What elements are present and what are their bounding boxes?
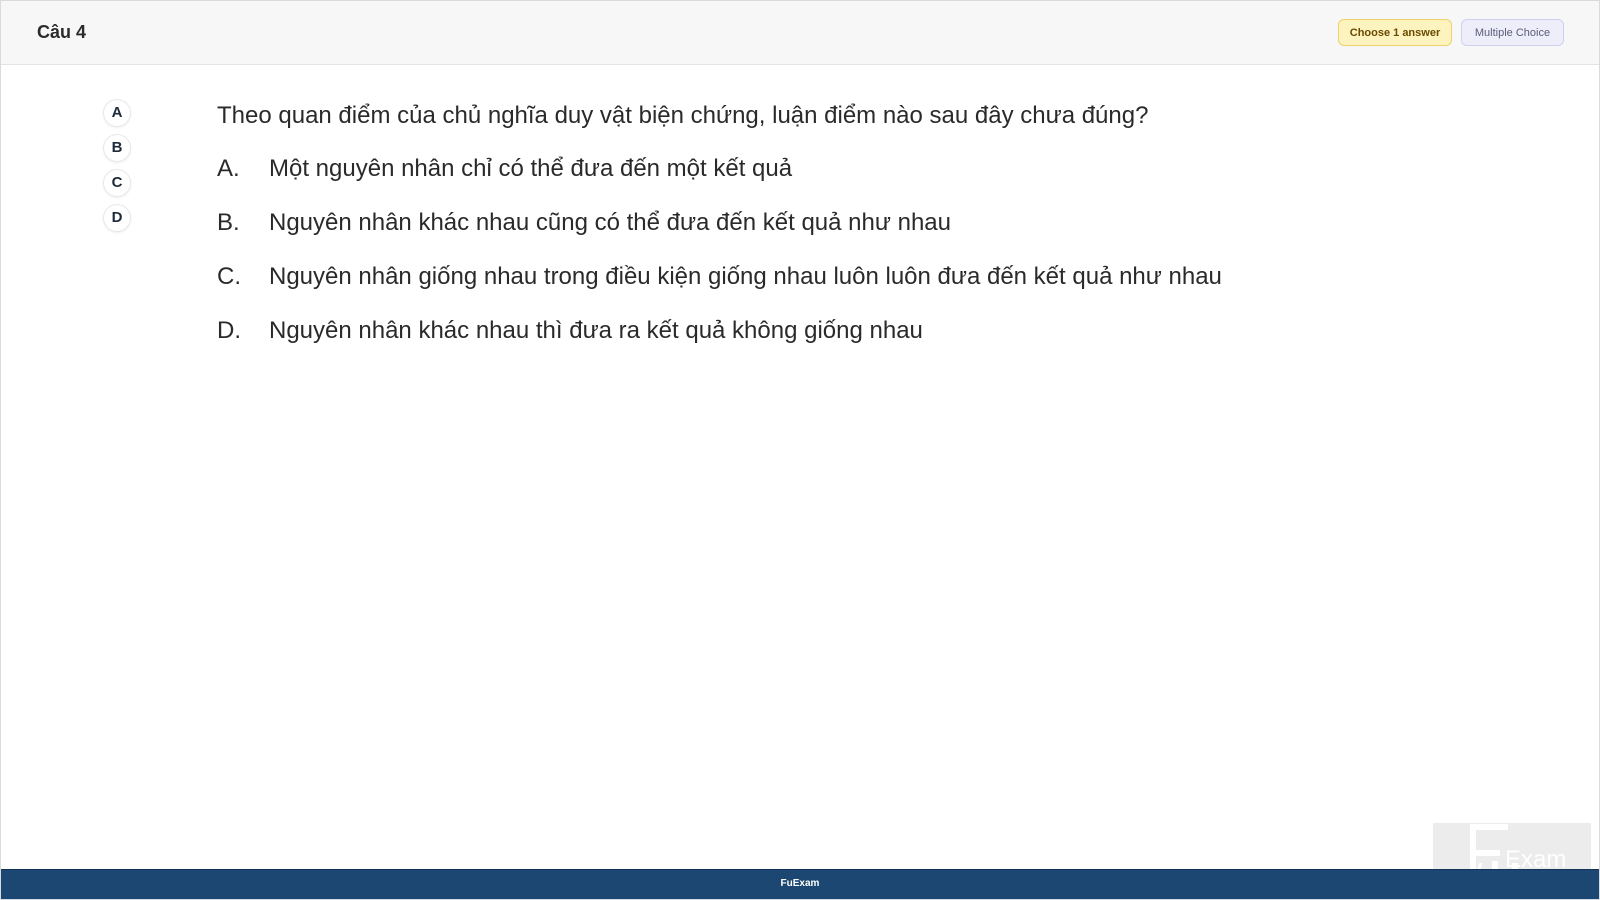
option-a: A. Một nguyên nhân chỉ có thể đưa đến mộ…	[217, 152, 1497, 186]
option-d: D. Nguyên nhân khác nhau thì đưa ra kết …	[217, 314, 1497, 348]
option-text: Nguyên nhân giống nhau trong điều kiện g…	[269, 263, 1222, 290]
option-text: Một nguyên nhân chỉ có thể đưa đến một k…	[269, 155, 793, 182]
option-letter: B.	[217, 209, 240, 236]
option-letter: D.	[217, 317, 241, 344]
answer-circle-a[interactable]: A	[104, 100, 130, 126]
footer-brand-label: FuExam	[780, 878, 820, 889]
option-letter: C.	[217, 263, 241, 290]
option-text: Nguyên nhân khác nhau cũng có thể đưa đế…	[269, 209, 951, 236]
option-text: Nguyên nhân khác nhau thì đưa ra kết quả…	[269, 317, 923, 344]
footer-bar: FuExam	[1, 869, 1599, 899]
question-body: Theo quan điểm của chủ nghĩa duy vật biệ…	[217, 99, 1497, 368]
answer-circle-b[interactable]: B	[104, 135, 130, 161]
answer-selector: A B C D	[104, 100, 130, 240]
choose-answer-badge: Choose 1 answer	[1338, 19, 1452, 46]
answer-circle-d[interactable]: D	[104, 205, 130, 231]
answer-circle-c[interactable]: C	[104, 170, 130, 196]
question-text: Theo quan điểm của chủ nghĩa duy vật biệ…	[217, 102, 1149, 129]
question-number-title: Câu 4	[37, 22, 87, 42]
option-b: B. Nguyên nhân khác nhau cũng có thể đưa…	[217, 206, 1497, 240]
question-type-badge: Multiple Choice	[1461, 19, 1564, 46]
option-c: C. Nguyên nhân giống nhau trong điều kiệ…	[217, 260, 1497, 294]
option-letter: A.	[217, 155, 240, 182]
question-header: Câu 4 Choose 1 answer Multiple Choice	[1, 1, 1599, 65]
exam-window: Câu 4 Choose 1 answer Multiple Choice A …	[0, 0, 1600, 900]
